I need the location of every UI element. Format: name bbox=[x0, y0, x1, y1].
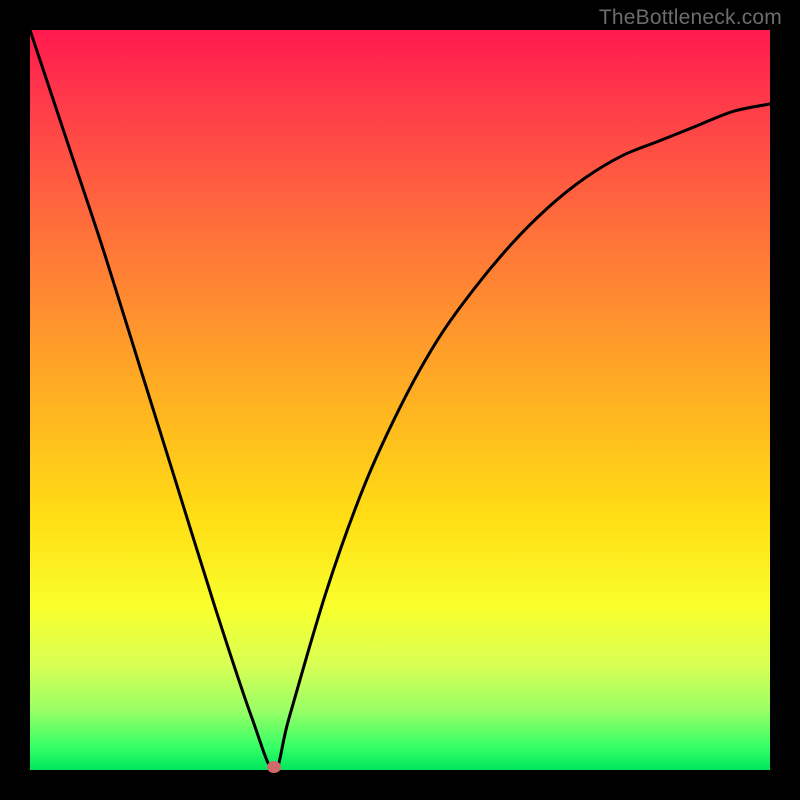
bottleneck-curve bbox=[30, 30, 770, 770]
watermark-text: TheBottleneck.com bbox=[599, 6, 782, 30]
minimum-marker bbox=[267, 761, 281, 773]
plot-area bbox=[30, 30, 770, 770]
chart-frame: TheBottleneck.com bbox=[0, 0, 800, 800]
curve-svg bbox=[30, 30, 770, 770]
